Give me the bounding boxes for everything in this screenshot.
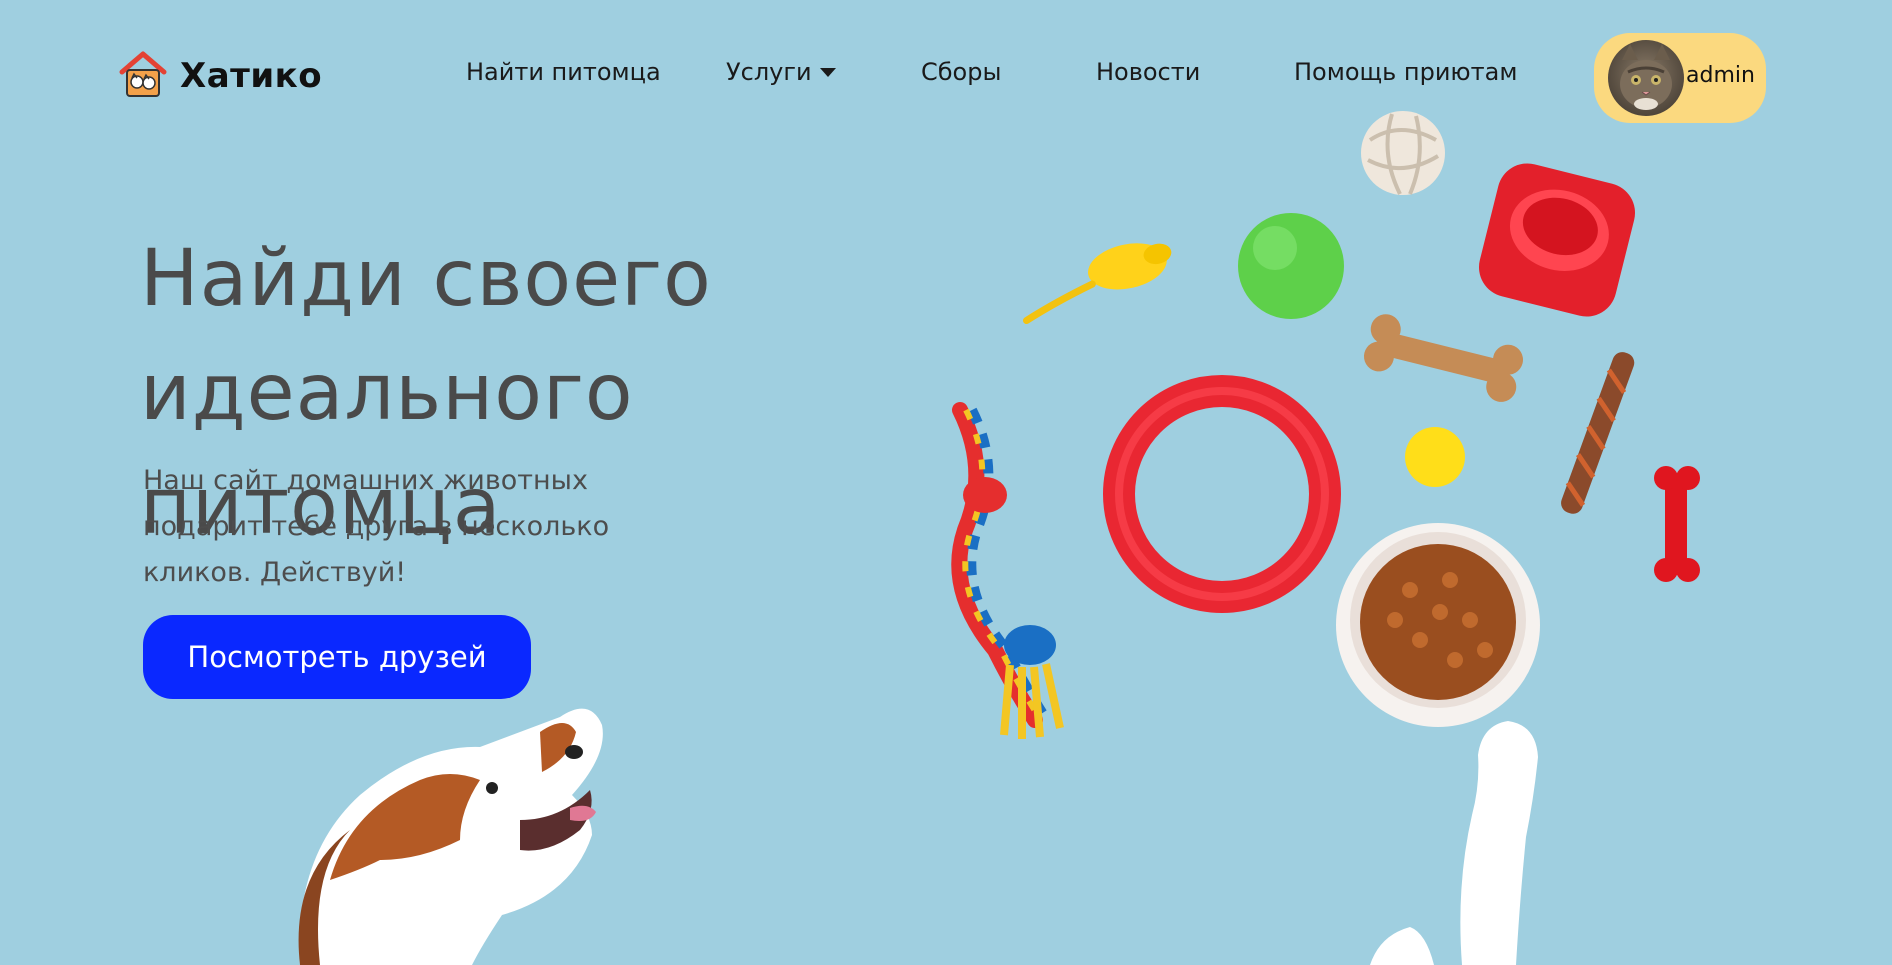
user-menu[interactable]: admin [1594,33,1766,123]
user-name: admin [1686,62,1755,88]
toy-mouse-icon [1022,243,1172,325]
nav-label: Услуги [726,58,812,86]
nav-label: Сборы [921,58,1002,86]
bone-treat-icon [1363,314,1523,402]
hero-subtitle: Наш сайт домашних животных подарит тебе … [143,458,663,596]
nav-label: Помощь приютам [1294,58,1518,86]
food-bowl-icon [1336,523,1540,727]
hero-subtitle-line: кликов. Действуй! [143,557,407,588]
red-ring-icon [1103,375,1341,613]
caret-down-icon [819,67,836,77]
nav-fundraisers[interactable]: Сборы [921,58,1001,86]
nav-label: Новости [1096,58,1201,86]
nav-services[interactable]: Услуги [726,58,836,86]
yellow-ball-icon [1405,427,1465,487]
hero-subtitle-line: Наш сайт домашних животных [143,465,588,496]
nav-label: Найти питомца [466,58,661,86]
hero-title-line: Найди своего [140,234,712,324]
view-friends-button[interactable]: Посмотреть друзей [143,615,531,699]
cat-paw-icon [1370,721,1538,965]
red-bone-icon [1654,466,1700,582]
nav-find-pet[interactable]: Найти питомца [466,58,661,86]
dog-icon [298,708,603,965]
chew-stick-icon [1561,352,1635,514]
nav-news[interactable]: Новости [1096,58,1200,86]
nav-shelter-help[interactable]: Помощь приютам [1294,58,1517,86]
avatar [1608,40,1684,116]
hero-subtitle-line: подарит тебе друга в несколько [143,511,610,542]
red-bowl-icon [1478,163,1636,317]
green-ball-icon [1238,213,1344,319]
rope-ball-icon [1361,111,1445,195]
